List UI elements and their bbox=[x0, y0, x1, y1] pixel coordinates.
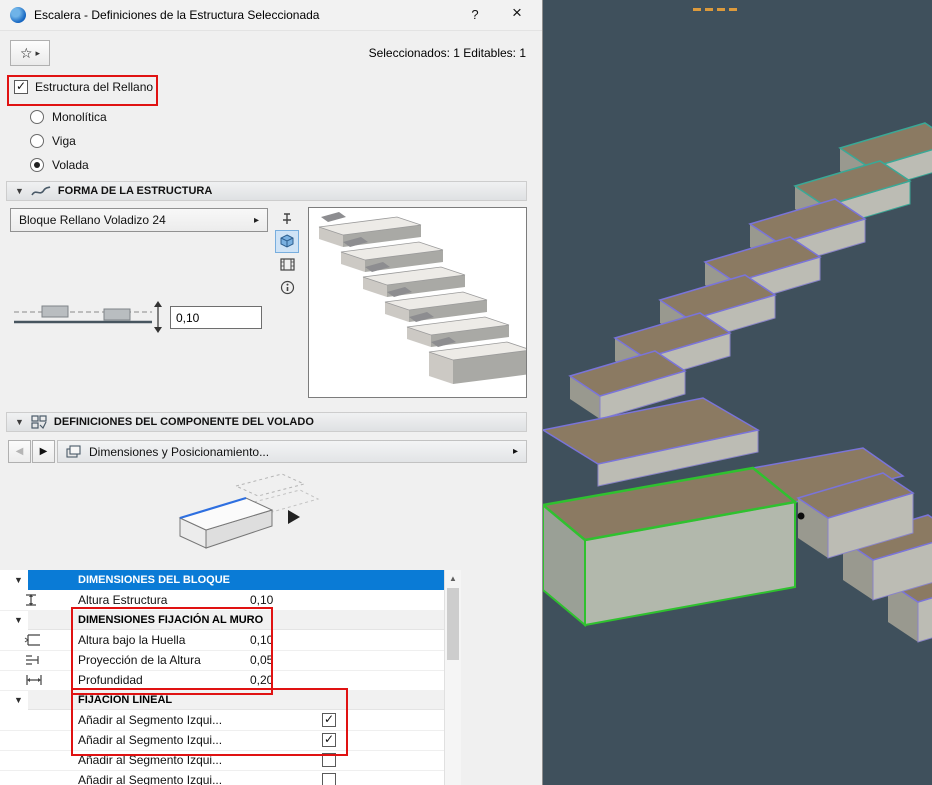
collapse-triangle-icon[interactable]: ▼ bbox=[14, 695, 23, 705]
profile-dropdown-value: Bloque Rellano Voladizo 24 bbox=[19, 213, 254, 227]
structure-form-icon bbox=[31, 185, 51, 198]
parameter-table: ▼ DIMENSIONES DEL BLOQUE Altura Estructu… bbox=[0, 570, 444, 785]
prev-page-button[interactable]: ◀ bbox=[8, 440, 31, 463]
up-arrow-icon: ▲ bbox=[449, 574, 457, 583]
radio-viga[interactable]: Viga bbox=[30, 132, 76, 150]
radio-icon[interactable] bbox=[30, 158, 44, 172]
next-page-button[interactable]: ▶ bbox=[32, 440, 55, 463]
pin-icon bbox=[280, 212, 294, 226]
stair-lower-flight[interactable] bbox=[798, 473, 932, 642]
flyout-arrow-icon: ▸ bbox=[36, 48, 41, 59]
app-icon bbox=[10, 7, 26, 23]
film-icon bbox=[280, 258, 295, 271]
check-icon: ✓ bbox=[324, 712, 334, 726]
table-scrollbar[interactable]: ▲ bbox=[444, 570, 461, 785]
group-header-fijacion-muro: DIMENSIONES FIJACIÓN AL MURO bbox=[28, 610, 444, 630]
dimension-icon bbox=[24, 673, 44, 687]
group-header-dimensiones-bloque: DIMENSIONES DEL BLOQUE bbox=[28, 570, 444, 590]
radio-icon[interactable] bbox=[30, 110, 44, 124]
stair-upper-flight[interactable] bbox=[543, 123, 932, 502]
info-icon bbox=[280, 280, 295, 295]
param-row-profundidad[interactable]: Profundidad 0,20 bbox=[0, 670, 444, 691]
param-row-anadir-segmento-2[interactable]: Añadir al Segmento Izqui... ✓ bbox=[0, 730, 444, 751]
prev-arrow-icon: ◀ bbox=[16, 446, 24, 457]
page-selector-label: Dimensiones y Posicionamiento... bbox=[89, 445, 506, 459]
structure-preview bbox=[308, 207, 527, 398]
dimension-icon bbox=[24, 593, 44, 607]
segment-checkbox[interactable]: ✓ bbox=[322, 713, 336, 727]
page-selector[interactable]: Dimensiones y Posicionamiento... ▸ bbox=[57, 440, 527, 463]
info-button[interactable] bbox=[276, 277, 298, 298]
segment-checkbox[interactable]: ✓ bbox=[322, 773, 336, 785]
positioning-icon bbox=[66, 445, 82, 459]
selected-landing-structure[interactable] bbox=[543, 468, 795, 625]
next-arrow-icon: ▶ bbox=[40, 446, 48, 457]
param-row-proyeccion-altura[interactable]: Proyección de la Altura 0,05 bbox=[0, 650, 444, 671]
param-row-anadir-segmento-3[interactable]: Añadir al Segmento Izqui... ✓ bbox=[0, 750, 444, 771]
group-header-fijacion-lineal: FIJACIÓN LINEAL bbox=[28, 690, 444, 710]
profile-dropdown[interactable]: Bloque Rellano Voladizo 24 ▸ bbox=[10, 208, 268, 232]
walkthrough-button[interactable] bbox=[276, 254, 298, 275]
cube-icon bbox=[280, 234, 295, 249]
selection-info: Seleccionados: 1 Editables: 1 bbox=[369, 46, 526, 60]
section-structure-form[interactable]: ▼ FORMA DE LA ESTRUCTURA bbox=[6, 181, 527, 201]
component-block-diagram bbox=[158, 472, 328, 564]
segment-checkbox[interactable]: ✓ bbox=[322, 733, 336, 747]
dialog-title: Escalera - Definiciones de la Estructura… bbox=[34, 8, 319, 22]
pin-view-button[interactable] bbox=[276, 208, 298, 229]
group-header-row[interactable]: ▼ FIJACIÓN LINEAL bbox=[0, 690, 444, 710]
offset-value-input[interactable] bbox=[170, 306, 262, 329]
3d-view-button[interactable] bbox=[276, 231, 298, 252]
component-settings-icon bbox=[31, 415, 47, 429]
param-row-altura-estructura[interactable]: Altura Estructura 0,10 bbox=[0, 590, 444, 611]
collapse-triangle-icon[interactable]: ▼ bbox=[15, 186, 24, 196]
flyout-arrow-icon: ▸ bbox=[254, 215, 259, 226]
dimension-icon bbox=[24, 653, 44, 667]
offset-diagram bbox=[12, 298, 164, 336]
radio-monolitica-label: Monolítica bbox=[52, 110, 107, 124]
section-component-settings[interactable]: ▼ DEFINICIONES DEL COMPONENTE DEL VOLADO bbox=[6, 412, 527, 432]
scroll-up-button[interactable]: ▲ bbox=[445, 570, 461, 586]
radio-monolitica[interactable]: Monolítica bbox=[30, 108, 107, 126]
landing-structure-label: Estructura del Rellano bbox=[35, 80, 153, 94]
screen: Escalera - Definiciones de la Estructura… bbox=[0, 0, 932, 785]
landing-structure-checkbox[interactable]: ✓ bbox=[14, 80, 28, 94]
param-value[interactable]: 0,20 bbox=[250, 673, 273, 687]
section-component-settings-title: DEFINICIONES DEL COMPONENTE DEL VOLADO bbox=[54, 416, 314, 428]
3d-viewport[interactable] bbox=[543, 0, 932, 785]
param-row-anadir-segmento-4[interactable]: Añadir al Segmento Izqui... ✓ bbox=[0, 770, 444, 785]
star-icon: ☆ bbox=[20, 46, 33, 60]
landing-structure-checkbox-row[interactable]: ✓ Estructura del Rellano bbox=[14, 80, 153, 94]
param-value[interactable]: 0,10 bbox=[250, 593, 273, 607]
dialog-titlebar[interactable]: Escalera - Definiciones de la Estructura… bbox=[0, 0, 542, 31]
check-icon: ✓ bbox=[324, 732, 334, 746]
dimension-icon bbox=[24, 633, 44, 647]
stair-structure-dialog: Escalera - Definiciones de la Estructura… bbox=[0, 0, 543, 785]
collapse-triangle-icon[interactable]: ▼ bbox=[15, 417, 24, 427]
viewport-canvas[interactable] bbox=[543, 0, 932, 785]
group-header-row[interactable]: ▼ DIMENSIONES FIJACIÓN AL MURO bbox=[0, 610, 444, 630]
collapse-triangle-icon[interactable]: ▼ bbox=[14, 575, 23, 585]
favorites-button[interactable]: ☆ ▸ bbox=[10, 40, 50, 66]
param-value[interactable]: 0,10 bbox=[250, 633, 273, 647]
scrollbar-thumb[interactable] bbox=[447, 588, 459, 660]
radio-volada-label: Volada bbox=[52, 158, 89, 172]
segment-checkbox[interactable]: ✓ bbox=[322, 753, 336, 767]
collapse-triangle-icon[interactable]: ▼ bbox=[14, 615, 23, 625]
group-header-row[interactable]: ▼ DIMENSIONES DEL BLOQUE bbox=[0, 570, 444, 590]
param-row-anadir-segmento-1[interactable]: Añadir al Segmento Izqui... ✓ bbox=[0, 710, 444, 731]
radio-icon[interactable] bbox=[30, 134, 44, 148]
radio-volada[interactable]: Volada bbox=[30, 156, 89, 174]
param-row-altura-bajo-huella[interactable]: Altura bajo la Huella 0,10 bbox=[0, 630, 444, 651]
section-structure-form-title: FORMA DE LA ESTRUCTURA bbox=[58, 185, 212, 197]
check-icon: ✓ bbox=[16, 79, 26, 93]
edit-point-marker[interactable] bbox=[798, 513, 805, 520]
flyout-arrow-icon: ▸ bbox=[513, 446, 518, 457]
stairs-preview-drawing bbox=[309, 208, 526, 397]
radio-viga-label: Viga bbox=[52, 134, 76, 148]
param-value[interactable]: 0,05 bbox=[250, 653, 273, 667]
help-button[interactable]: ? bbox=[466, 7, 484, 22]
close-button[interactable]: × bbox=[506, 3, 528, 23]
collapsed-toolbar[interactable] bbox=[693, 8, 737, 11]
